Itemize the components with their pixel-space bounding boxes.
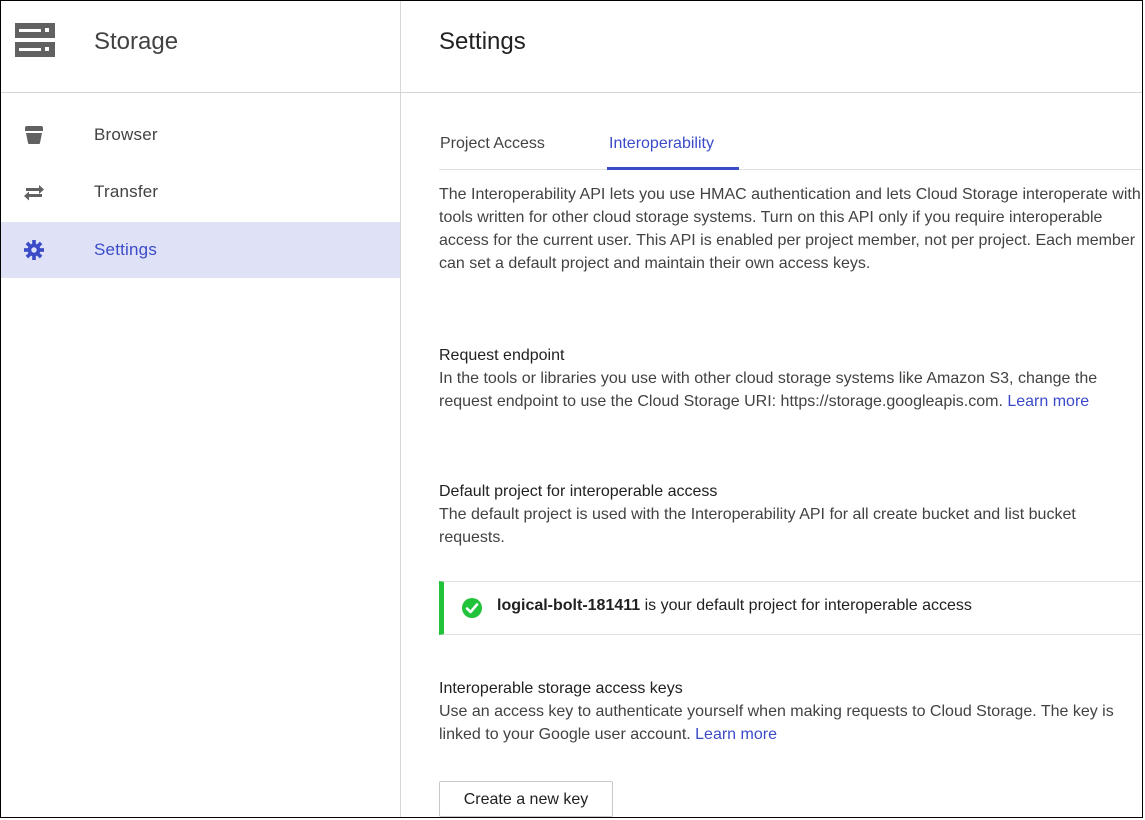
sidebar-item-browser[interactable]: Browser	[1, 107, 400, 163]
intro-text: The Interoperability API lets you use HM…	[439, 186, 1141, 272]
project-id: logical-bolt-181411	[497, 597, 641, 614]
request-endpoint-section: Request endpoint In the tools or librari…	[439, 344, 1142, 413]
create-new-key-button[interactable]: Create a new key	[439, 781, 613, 817]
section-title: Request endpoint	[439, 347, 565, 364]
learn-more-link[interactable]: Learn more	[695, 726, 777, 743]
section-title: Interoperable storage access keys	[439, 680, 683, 697]
main-header: Settings	[401, 1, 1142, 93]
notice-message: is your default project for interoperabl…	[644, 597, 972, 614]
bucket-icon	[25, 126, 43, 144]
tab-project-access[interactable]: Project Access	[440, 135, 545, 153]
default-project-text: The default project is used with the Int…	[439, 506, 1076, 546]
active-tab-indicator	[607, 167, 739, 170]
product-title: Storage	[94, 28, 179, 55]
notice-text: logical-bolt-181411 is your default proj…	[497, 597, 972, 615]
intro-section: The Interoperability API lets you use HM…	[439, 183, 1142, 275]
app-window: Storage Browser Transfer Settings Settin…	[0, 0, 1143, 818]
sidebar-item-settings[interactable]: Settings	[1, 222, 400, 278]
storage-icon	[15, 23, 55, 57]
section-text: Use an access key to authenticate yourse…	[439, 700, 1142, 746]
sidebar-item-label: Browser	[94, 125, 158, 144]
check-circle-icon	[462, 598, 482, 618]
sidebar: Storage Browser Transfer Settings	[1, 1, 401, 817]
gear-icon	[24, 240, 44, 260]
sidebar-header: Storage	[1, 1, 400, 93]
tab-interoperability[interactable]: Interoperability	[609, 135, 714, 153]
page-title: Settings	[439, 28, 526, 55]
tab-bar: Project Access Interoperability	[439, 119, 1142, 170]
learn-more-link[interactable]: Learn more	[1007, 393, 1089, 410]
sidebar-item-label: Transfer	[94, 182, 159, 201]
default-project-section: Default project for interoperable access…	[439, 480, 1142, 549]
transfer-arrows-icon	[24, 185, 44, 201]
section-title: Default project for interoperable access	[439, 483, 718, 500]
sidebar-item-label: Settings	[94, 240, 158, 259]
section-text: In the tools or libraries you use with o…	[439, 367, 1142, 413]
sidebar-item-transfer[interactable]: Transfer	[1, 164, 400, 220]
default-project-notice: logical-bolt-181411 is your default proj…	[439, 581, 1142, 635]
request-endpoint-text: In the tools or libraries you use with o…	[439, 370, 1098, 410]
main-panel: Settings Project Access Interoperability…	[401, 1, 1142, 817]
access-keys-section: Interoperable storage access keys Use an…	[439, 677, 1142, 746]
